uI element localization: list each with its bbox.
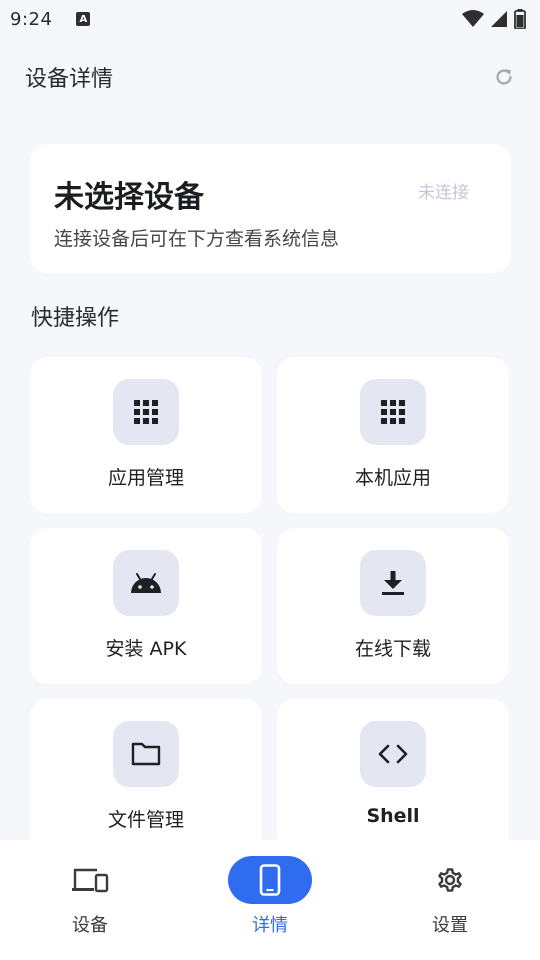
grid-icon — [134, 400, 158, 424]
nav-label: 设备 — [72, 915, 108, 936]
device-card[interactable]: 未选择设备 连接设备后可在下方查看系统信息 未连接 — [30, 144, 511, 273]
app-header: 设备详情 — [0, 50, 540, 104]
refresh-icon — [496, 69, 512, 85]
tile-label: 应用管理 — [107, 467, 184, 489]
phone-icon — [259, 864, 281, 896]
action-file-management[interactable]: 文件管理 — [30, 699, 262, 855]
nav-item-devices[interactable]: 设备 — [20, 840, 160, 937]
tile-icon-box — [360, 721, 426, 787]
nav-label: 设置 — [432, 915, 468, 936]
gear-icon — [438, 868, 462, 892]
status-left: 9:24 A — [10, 8, 91, 30]
tile-icon-box — [360, 550, 426, 616]
device-hint: 连接设备后可在下方查看系统信息 — [54, 228, 340, 250]
connection-status: 未连接 — [418, 183, 469, 203]
action-install-apk[interactable]: 安装 APK — [30, 528, 262, 684]
tile-icon-box — [113, 379, 179, 445]
wifi-icon — [462, 10, 484, 27]
quick-actions-title: 快捷操作 — [31, 306, 120, 331]
bottom-nav: 设备 详情 设置 — [0, 840, 540, 960]
status-time: 9:24 — [10, 8, 53, 30]
screen: 9:24 A 设备详情 未选择设备 连接设备后可在下方查看系统信息 未连接 快捷… — [0, 0, 540, 960]
code-icon — [378, 744, 408, 764]
nav-icon-pill — [408, 856, 492, 904]
tile-label: 文件管理 — [107, 809, 184, 831]
action-local-apps[interactable]: 本机应用 — [277, 357, 509, 513]
download-icon — [382, 571, 404, 595]
refresh-button[interactable] — [490, 63, 518, 91]
tile-label: 安装 APK — [105, 638, 187, 660]
action-shell[interactable]: Shell — [277, 699, 509, 855]
nav-item-settings[interactable]: 设置 — [380, 840, 520, 937]
action-online-download[interactable]: 在线下载 — [277, 528, 509, 684]
android-icon — [131, 573, 161, 593]
tile-label: Shell — [366, 805, 420, 827]
tile-label: 本机应用 — [354, 467, 431, 489]
grid-icon — [381, 400, 405, 424]
nav-item-details[interactable]: 详情 — [200, 840, 340, 937]
devices-icon — [72, 868, 109, 893]
status-right — [462, 9, 526, 29]
status-bar: 9:24 A — [0, 0, 540, 38]
app-notification-icon: A — [76, 12, 91, 26]
battery-icon — [514, 9, 526, 29]
tile-icon-box — [113, 721, 179, 787]
signal-icon — [491, 11, 507, 27]
nav-label: 详情 — [252, 915, 288, 936]
tile-icon-box — [360, 379, 426, 445]
tile-label: 在线下载 — [354, 638, 431, 660]
nav-icon-pill — [228, 856, 312, 904]
page-title: 设备详情 — [25, 67, 114, 92]
folder-icon — [131, 742, 161, 766]
action-app-management[interactable]: 应用管理 — [30, 357, 262, 513]
tile-icon-box — [113, 550, 179, 616]
nav-icon-pill — [48, 856, 132, 904]
